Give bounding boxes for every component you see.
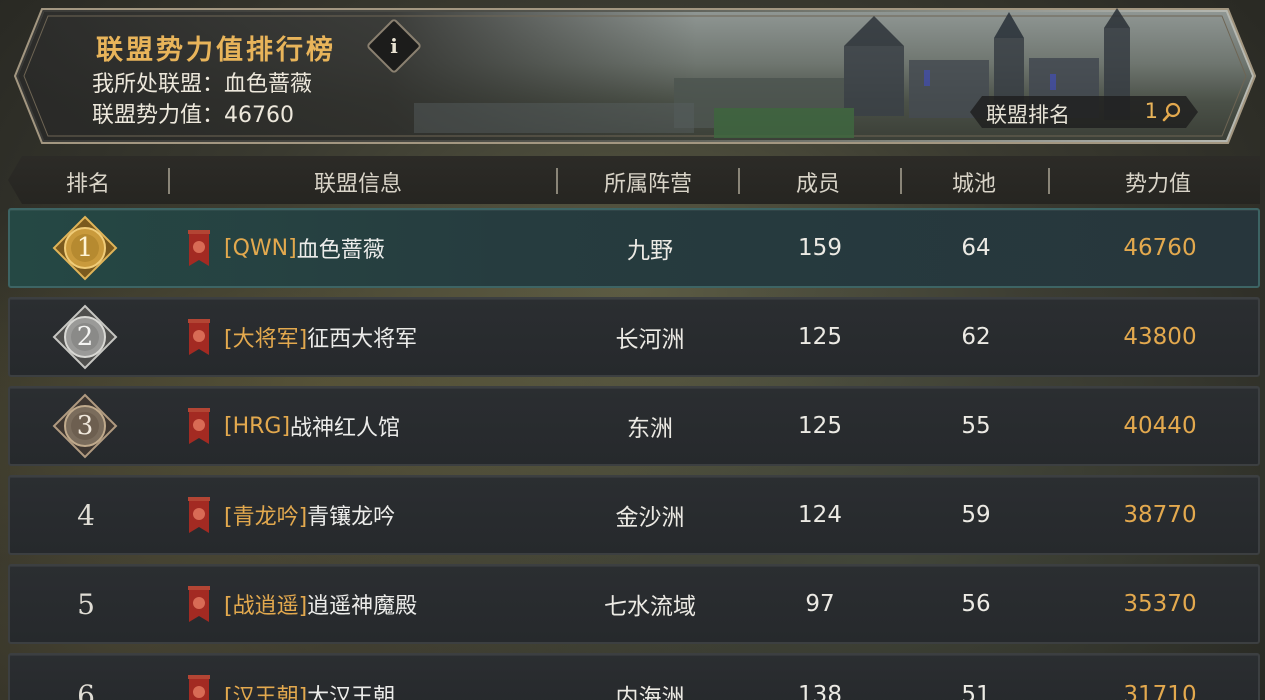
camp-cell: 长河洲 [615,327,685,353]
alliance-tag: [QWN] [224,235,297,261]
alliance-flag-icon [188,675,210,700]
table-row[interactable]: 6 [汉王朝] 大汉王朝 内海洲 138 51 31710 [8,653,1260,700]
table-row[interactable]: 3 [HRG] 战神红人馆 东洲 125 55 40440 [8,386,1260,466]
alliance-title: 征西大将军 [307,327,418,352]
power-cell: 40440 [1123,413,1197,439]
members-cell: 124 [798,502,842,528]
camp-cell: 九野 [627,238,673,264]
my-alliance-line: 我所处联盟：血色蔷薇 [92,66,312,98]
table-row[interactable]: 2 [大将军] 征西大将军 长河洲 125 62 43800 [8,297,1260,377]
alliance-rank-value: 1 [1144,99,1158,123]
alliance-title: 战神红人馆 [290,416,401,441]
my-alliance-label: 我所处联盟： [92,72,225,97]
table-header: 排名 联盟信息 所属阵营 成员 城池 势力值 [8,156,1260,204]
alliance-flag-icon [188,230,210,266]
alliance-tag: [青龙吟] [224,505,308,530]
camp-cell: 内海洲 [615,685,685,700]
alliance-rank-label: 联盟排名 [986,103,1070,127]
cities-cell: 56 [961,591,991,617]
members-cell: 138 [798,682,842,700]
alliance-power-value: 46760 [224,103,295,128]
members-cell: 97 [805,591,835,617]
alliance-title: 血色蔷薇 [296,238,385,263]
cities-cell: 59 [961,502,991,528]
members-cell: 125 [798,413,842,439]
search-icon[interactable] [1162,102,1182,122]
camp-cell: 金沙洲 [615,505,685,531]
power-cell: 43800 [1123,324,1197,350]
rank-number: 6 [77,678,95,700]
rank-number: 4 [77,498,95,532]
alliance-flag-icon [188,497,210,533]
header-divider [738,168,740,194]
alliance-flag-icon [188,319,210,355]
alliance-flag-icon [188,586,210,622]
header-divider [168,168,170,194]
alliance-power-line: 联盟势力值：46760 [92,97,294,129]
alliance-title: 青镶龙吟 [307,505,396,530]
power-cell: 35370 [1123,591,1197,617]
header-power: 势力值 [1124,172,1191,197]
table-row[interactable]: 5 [战逍遥] 逍遥神魔殿 七水流域 97 56 35370 [8,564,1260,644]
cities-cell: 51 [961,682,991,700]
header-alliance-info: 联盟信息 [313,172,402,197]
cities-cell: 55 [961,413,991,439]
header-members: 成员 [795,172,840,197]
table-row[interactable]: 1 [QWN] 血色蔷薇 九野 159 64 46760 [8,208,1260,288]
alliance-tag: [战逍遥] [224,594,308,619]
header-divider [900,168,902,194]
alliance-name: [战逍遥] 逍遥神魔殿 [224,566,417,642]
rank-number: 5 [77,587,95,621]
alliance-name: [HRG] 战神红人馆 [224,388,400,464]
alliance-tag: [HRG] [224,413,291,439]
members-cell: 159 [798,235,842,261]
alliance-rank-search[interactable]: 联盟排名 1 [970,96,1198,128]
page-title: 联盟势力值排行榜 [96,35,336,66]
alliance-flag-icon [188,408,210,444]
table-row[interactable]: 4 [青龙吟] 青镶龙吟 金沙洲 124 59 38770 [8,475,1260,555]
alliance-name: [汉王朝] 大汉王朝 [224,655,395,700]
alliance-tag: [大将军] [224,327,308,352]
members-cell: 125 [798,324,842,350]
alliance-title: 逍遥神魔殿 [307,594,418,619]
header-divider [556,168,558,194]
alliance-name: [大将军] 征西大将军 [224,299,417,375]
alliance-name: [青龙吟] 青镶龙吟 [224,477,395,553]
cities-cell: 64 [961,235,991,261]
header-rank: 排名 [65,172,110,197]
alliance-name: [QWN] 血色蔷薇 [224,210,385,286]
cities-cell: 62 [961,324,991,350]
power-cell: 38770 [1123,502,1197,528]
camp-cell: 七水流域 [604,594,696,620]
rank-number: 2 [76,322,94,352]
header-camp: 所属阵营 [603,172,692,197]
rank-number: 3 [76,411,94,441]
rank-number: 1 [76,233,94,263]
power-cell: 31710 [1123,682,1197,700]
my-alliance-value: 血色蔷薇 [224,72,313,97]
alliance-power-label: 联盟势力值： [92,103,225,128]
power-cell: 46760 [1123,235,1197,261]
info-icon: i [390,34,398,58]
header-cities: 城池 [951,172,996,197]
alliance-tag: [汉王朝] [224,685,308,700]
header-divider [1048,168,1050,194]
alliance-title: 大汉王朝 [307,685,396,700]
camp-cell: 东洲 [627,416,673,442]
